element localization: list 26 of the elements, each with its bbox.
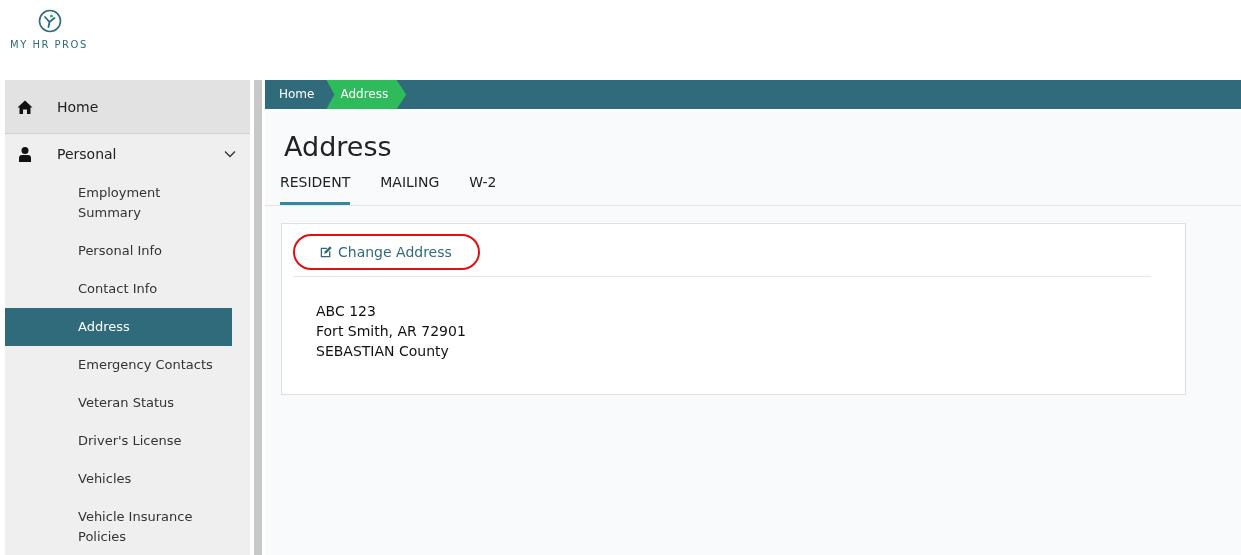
sidebar-subitem[interactable]: Driver's License	[5, 422, 232, 460]
logo-icon	[38, 9, 62, 33]
sidebar-subitem[interactable]: Vehicle Insurance Policies	[5, 498, 232, 555]
change-address-link[interactable]: Change Address	[319, 244, 452, 260]
logo-text: MY HR PROS	[10, 39, 88, 50]
sidebar-subitem[interactable]: Emergency Contacts	[5, 346, 232, 384]
sidebar-subitem[interactable]: Contact Info	[5, 270, 232, 308]
sidebar-item[interactable]: Personal	[5, 134, 250, 174]
address-line: SEBASTIAN County	[316, 342, 450, 361]
address-line: Fort Smith, AR 72901	[316, 322, 467, 341]
person-icon	[17, 146, 33, 162]
sidebar-subitem[interactable]: Vehicles	[5, 460, 232, 498]
edit-icon	[319, 245, 333, 259]
page-title: Address	[284, 131, 393, 162]
address-line: ABC 123	[316, 302, 377, 321]
home-icon	[17, 98, 33, 115]
tab[interactable]: W-2	[469, 174, 497, 205]
scrollbar[interactable]	[254, 80, 262, 555]
sidebar-subitem[interactable]: Veteran Status	[5, 384, 232, 422]
sidebar-subitem[interactable]: Employment Summary	[5, 174, 232, 232]
sidebar-item[interactable]: Home	[5, 80, 250, 134]
sidebar-subitem[interactable]: Personal Info	[5, 232, 232, 270]
sidebar-subitem[interactable]: Address	[5, 308, 232, 346]
tab[interactable]: RESIDENT	[280, 174, 351, 205]
tab[interactable]: MAILING	[380, 174, 440, 205]
breadcrumb-item[interactable]: Home	[279, 80, 327, 109]
